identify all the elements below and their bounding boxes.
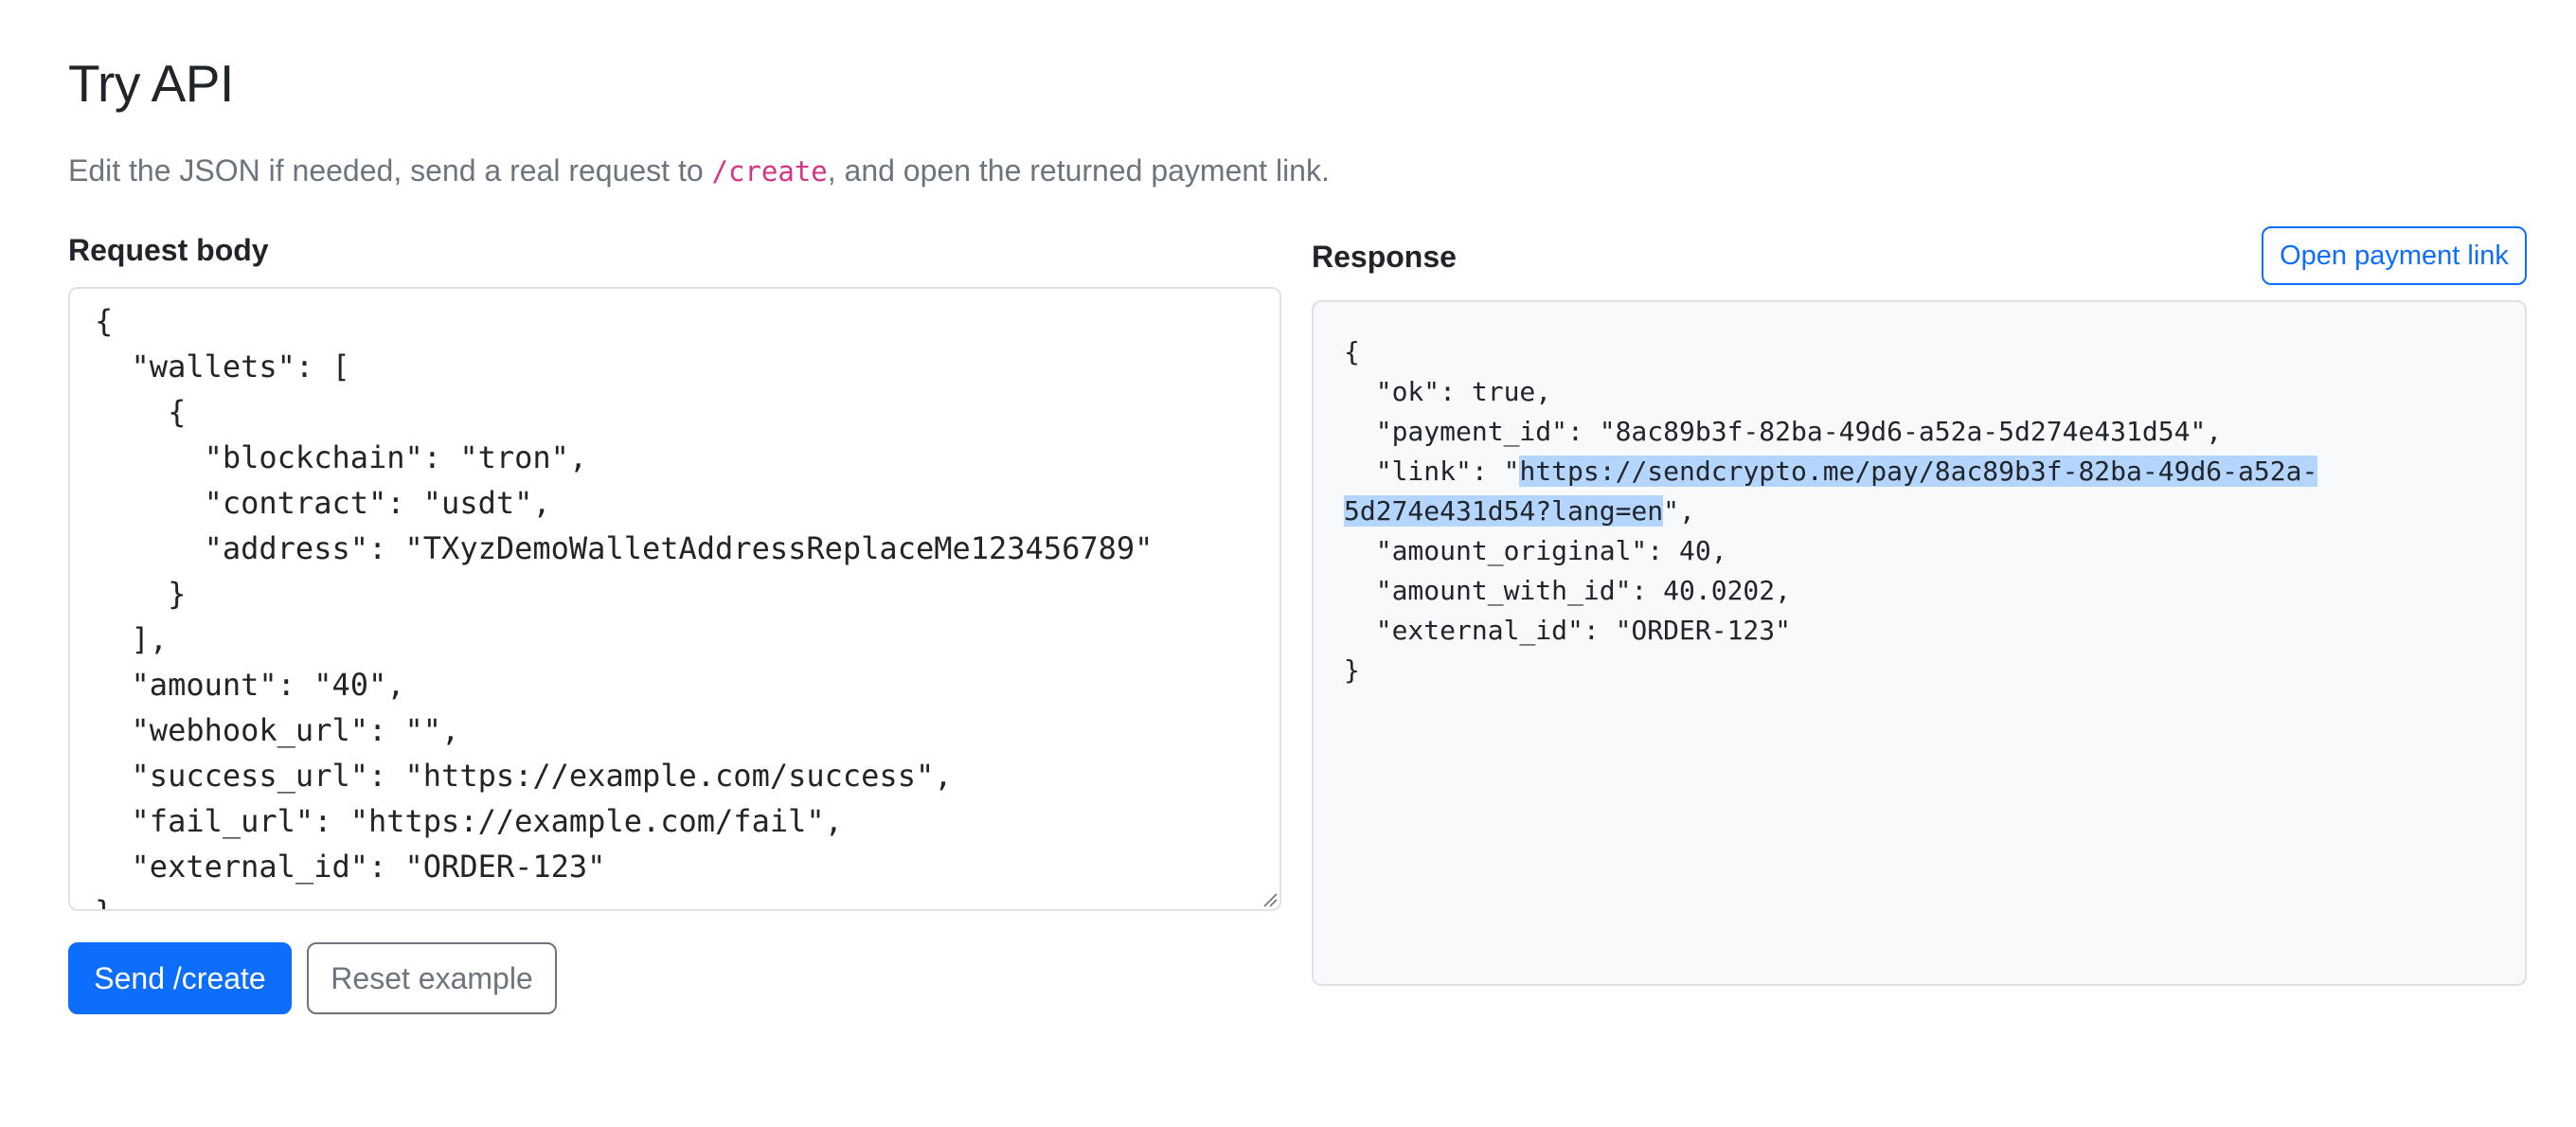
response-line-amount-original: "amount_original": 40, xyxy=(1344,535,1727,566)
selected-link-part2[interactable]: 5d274e431d54?lang=en xyxy=(1344,495,1664,527)
response-panel: { "ok": true, "payment_id": "8ac89b3f-82… xyxy=(1312,300,2527,986)
send-create-button[interactable]: Send /create xyxy=(68,942,292,1014)
description-suffix: , and open the returned payment link. xyxy=(827,153,1330,188)
response-line-amount-with-id: "amount_with_id": 40.0202, xyxy=(1344,575,1792,606)
page-description: Edit the JSON if needed, send a real req… xyxy=(68,153,1330,188)
reset-example-button[interactable]: Reset example xyxy=(307,942,557,1014)
request-body-textarea[interactable]: { "wallets": [ { "blockchain": "tron", "… xyxy=(68,287,1281,911)
request-body-content[interactable]: { "wallets": [ { "blockchain": "tron", "… xyxy=(70,289,1279,909)
response-line-payment-id: "payment_id": "8ac89b3f-82ba-49d6-a52a-5… xyxy=(1344,416,2223,447)
endpoint-code: /create xyxy=(711,155,828,188)
response-label: Response xyxy=(1312,240,1457,274)
response-line-open: { xyxy=(1344,336,1360,367)
description-prefix: Edit the JSON if needed, send a real req… xyxy=(68,153,712,188)
page-title: Try API xyxy=(68,54,234,113)
request-body-label: Request body xyxy=(68,233,269,267)
response-line-external-id: "external_id": "ORDER-123" xyxy=(1344,615,1792,646)
open-payment-link-button[interactable]: Open payment link xyxy=(2262,226,2527,285)
response-line-close: } xyxy=(1344,654,1360,686)
try-api-page: Try API Edit the JSON if needed, send a … xyxy=(68,0,2527,1127)
response-line-ok: "ok": true, xyxy=(1344,376,1552,407)
response-line-link-prefix: "link": " xyxy=(1344,456,1520,487)
response-line-link-suffix: ", xyxy=(1663,495,1695,527)
selected-link-part1[interactable]: https://sendcrypto.me/pay/8ac89b3f-82ba-… xyxy=(1519,456,2318,487)
response-content[interactable]: { "ok": true, "payment_id": "8ac89b3f-82… xyxy=(1314,302,2525,721)
resize-handle-icon[interactable] xyxy=(1261,890,1278,907)
